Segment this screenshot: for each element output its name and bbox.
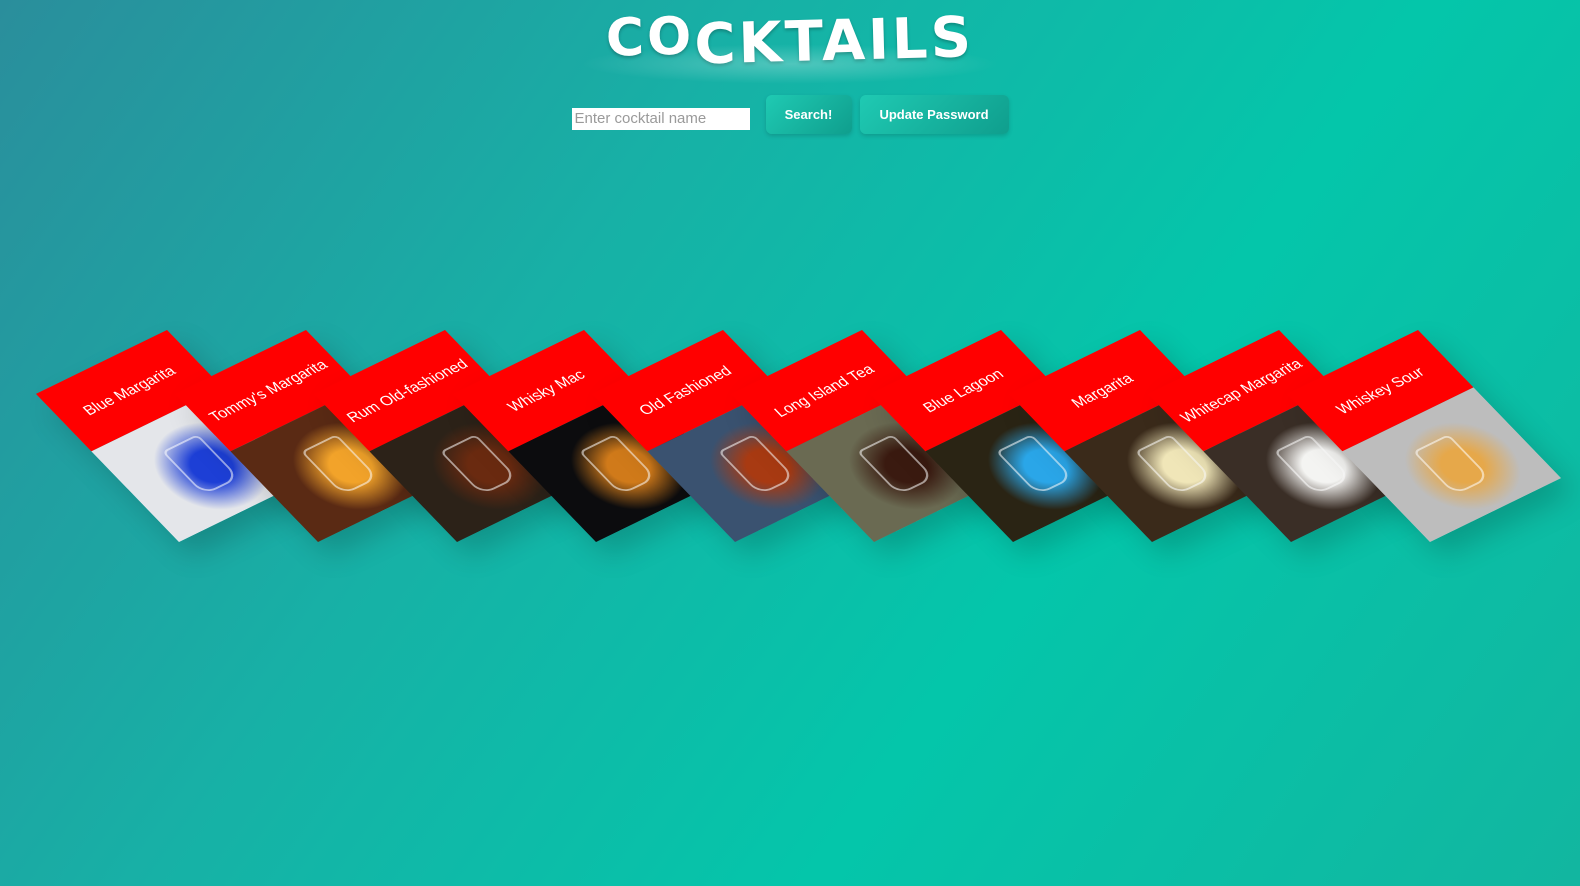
glass-icon [1413,434,1491,495]
cocktail-card-list: Blue Margarita Tommy's Margarita Rum Old-f… [0,0,1580,886]
